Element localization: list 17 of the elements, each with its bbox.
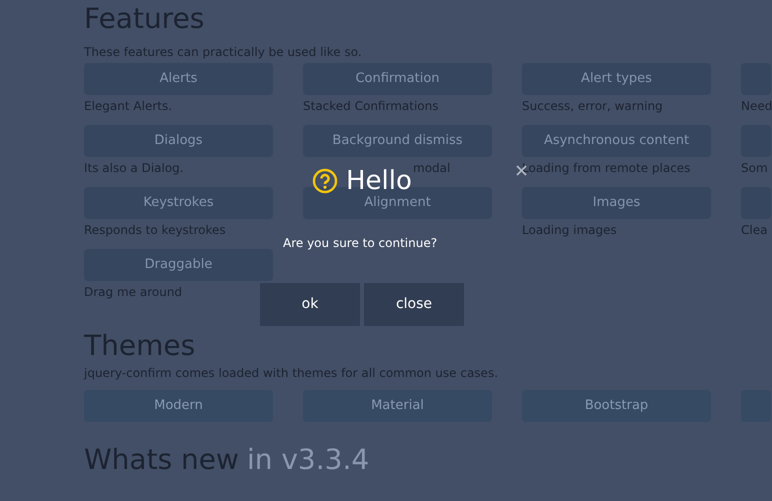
theme-button[interactable]: Bootstrap — [522, 390, 711, 422]
dialog-message: Are you sure to continue? — [283, 235, 438, 252]
theme-button[interactable]: Material — [303, 390, 492, 422]
feature-button[interactable]: Images — [522, 187, 711, 219]
feature-button[interactable]: Asynchronous content — [522, 125, 711, 157]
feature-button[interactable]: Dialogs — [84, 125, 273, 157]
question-icon — [312, 168, 338, 194]
feature-button[interactable]: Alerts — [84, 63, 273, 95]
feature-button[interactable]: Draggable — [84, 249, 273, 281]
dialog-button[interactable]: ok — [260, 283, 360, 326]
feature-button[interactable]: Confirmation — [303, 63, 492, 95]
dialog-button[interactable]: close — [364, 283, 464, 326]
feature-button[interactable]: Background dismiss — [303, 125, 492, 157]
theme-button[interactable]: Modern — [84, 390, 273, 422]
feature-button[interactable]: Keystrokes — [84, 187, 273, 219]
version-label: in v3.3.4 — [246, 442, 370, 478]
feature-button[interactable]: Alert types — [522, 63, 711, 95]
